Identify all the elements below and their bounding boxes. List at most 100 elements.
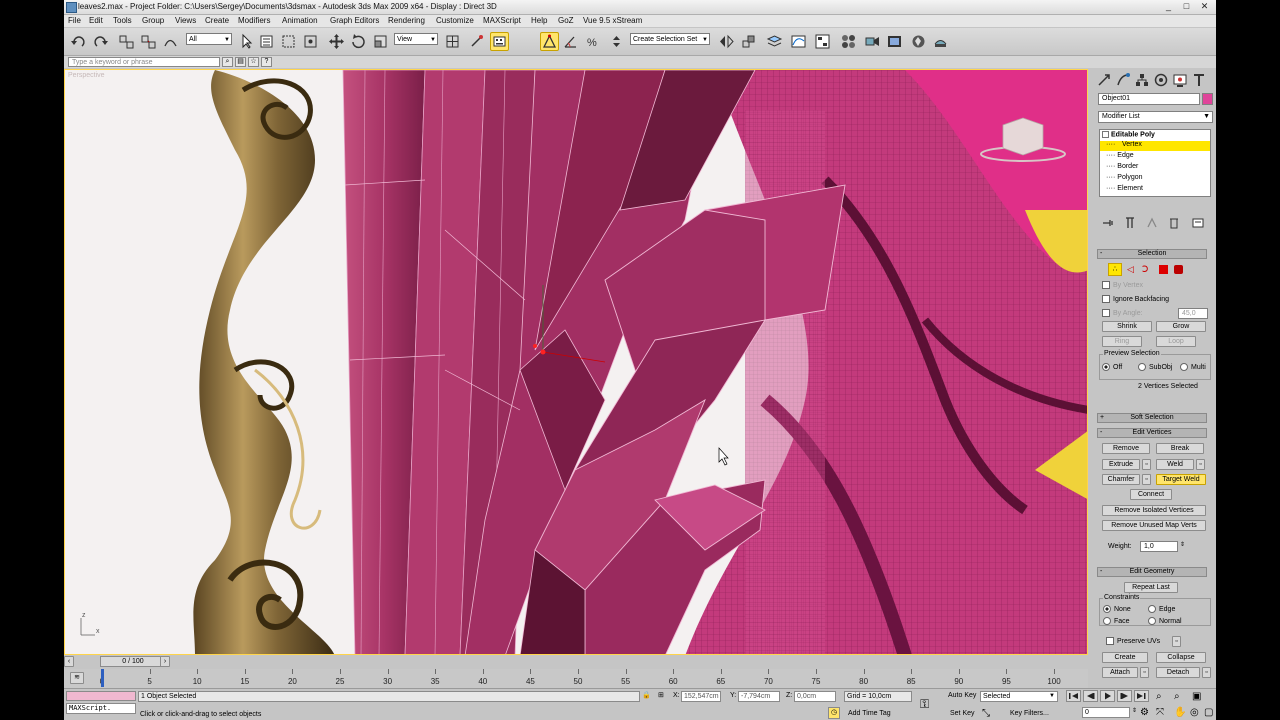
angle-snap-icon[interactable] bbox=[562, 33, 579, 50]
set-key-button[interactable]: Set Key bbox=[950, 710, 975, 717]
menu-group[interactable]: Group bbox=[142, 16, 164, 25]
viewport-label[interactable]: Perspective bbox=[68, 72, 105, 79]
remove-isolated-vertices-button[interactable]: Remove Isolated Vertices bbox=[1102, 505, 1206, 516]
weight-spinner-icon[interactable]: ⇕ bbox=[1180, 541, 1185, 548]
render-iterative-icon[interactable] bbox=[932, 33, 949, 50]
preview-multi-radio[interactable]: Multi bbox=[1180, 363, 1206, 371]
chamfer-settings-button[interactable]: ▫ bbox=[1142, 474, 1151, 485]
time-slider-prev[interactable]: ‹ bbox=[64, 656, 74, 667]
time-tag-icon[interactable]: ◷ bbox=[828, 707, 840, 719]
redo-icon[interactable] bbox=[92, 33, 109, 50]
detach-button[interactable]: Detach bbox=[1156, 667, 1200, 678]
stack-item-element[interactable]: ···· Element bbox=[1106, 185, 1143, 192]
display-tab-icon[interactable] bbox=[1172, 72, 1188, 88]
loop-button[interactable]: Loop bbox=[1156, 336, 1196, 347]
by-angle-checkbox[interactable]: By Angle: bbox=[1102, 309, 1143, 317]
collapse-button[interactable]: Collapse bbox=[1156, 652, 1206, 663]
object-name-field[interactable]: Object01 bbox=[1098, 93, 1200, 105]
pan-view-icon[interactable]: ✋ bbox=[1174, 707, 1186, 718]
menu-help[interactable]: Help bbox=[531, 16, 547, 25]
schematic-view-icon[interactable] bbox=[814, 33, 831, 50]
select-by-name-icon[interactable] bbox=[258, 33, 275, 50]
select-and-link-icon[interactable] bbox=[118, 33, 135, 50]
rectangular-selection-icon[interactable] bbox=[280, 33, 297, 50]
remove-button[interactable]: Remove bbox=[1102, 443, 1150, 454]
vertex-subobject-icon[interactable]: ∴ bbox=[1108, 263, 1122, 276]
maximize-button[interactable]: □ bbox=[1178, 1, 1195, 12]
repeat-last-button[interactable]: Repeat Last bbox=[1124, 582, 1178, 593]
selection-filter-dropdown[interactable]: All ▼ bbox=[186, 33, 232, 45]
constraint-normal-radio[interactable]: Normal bbox=[1148, 617, 1182, 625]
break-button[interactable]: Break bbox=[1156, 443, 1204, 454]
search-icon[interactable]: ⌕ bbox=[222, 57, 233, 67]
chamfer-button[interactable]: Chamfer bbox=[1102, 474, 1140, 485]
preview-off-radio[interactable]: Off bbox=[1102, 363, 1122, 371]
target-weld-button[interactable]: Target Weld bbox=[1156, 474, 1206, 485]
x-coordinate-input[interactable]: 152,547cm bbox=[681, 691, 721, 702]
select-object-icon[interactable] bbox=[238, 33, 255, 50]
constraint-none-radio[interactable]: None bbox=[1103, 605, 1131, 613]
remove-unused-map-verts-button[interactable]: Remove Unused Map Verts bbox=[1102, 520, 1206, 531]
y-coordinate-input[interactable]: -7,794cm bbox=[738, 691, 780, 702]
constraint-edge-radio[interactable]: Edge bbox=[1148, 605, 1175, 613]
time-config-icon[interactable]: ⚙ bbox=[1140, 707, 1149, 718]
maxscript-listener[interactable]: MAXScript. bbox=[66, 703, 136, 714]
menu-customize[interactable]: Customize bbox=[436, 16, 474, 25]
menu-file[interactable]: File bbox=[68, 16, 81, 25]
pin-stack-icon[interactable] bbox=[1100, 215, 1116, 231]
edit-vertices-rollout-header[interactable]: - Edit Vertices bbox=[1097, 428, 1207, 438]
constraint-face-radio[interactable]: Face bbox=[1103, 617, 1130, 625]
menu-views[interactable]: Views bbox=[175, 16, 196, 25]
extrude-button[interactable]: Extrude bbox=[1102, 459, 1140, 470]
create-button[interactable]: Create bbox=[1102, 652, 1148, 663]
menu-vue-xstream[interactable]: Vue 9.5 xStream bbox=[583, 16, 642, 25]
connect-button[interactable]: Connect bbox=[1130, 489, 1172, 500]
menu-maxscript[interactable]: MAXScript bbox=[483, 16, 521, 25]
go-to-start-icon[interactable] bbox=[1066, 690, 1081, 702]
time-slider[interactable]: 0 / 100 bbox=[100, 656, 166, 667]
weld-settings-button[interactable]: ▫ bbox=[1196, 459, 1205, 470]
previous-frame-icon[interactable] bbox=[1083, 690, 1098, 702]
unlink-selection-icon[interactable] bbox=[140, 33, 157, 50]
edge-subobject-icon[interactable]: ◁ bbox=[1127, 263, 1139, 276]
orbit-icon[interactable]: ◎ bbox=[1190, 707, 1199, 718]
frame-spinner-icon[interactable]: ⇕ bbox=[1132, 707, 1137, 714]
menu-tools[interactable]: Tools bbox=[113, 16, 132, 25]
select-and-move-icon[interactable] bbox=[328, 33, 345, 50]
percent-snap-icon[interactable]: % bbox=[584, 33, 601, 50]
mirror-icon[interactable] bbox=[718, 33, 735, 50]
spinner-snap-icon[interactable] bbox=[608, 33, 625, 50]
key-mode-dropdown[interactable]: Selected ▼ bbox=[980, 691, 1058, 702]
utilities-tab-icon[interactable] bbox=[1191, 72, 1207, 88]
pivot-center-icon[interactable] bbox=[444, 33, 461, 50]
modify-tab-icon[interactable] bbox=[1115, 72, 1131, 88]
time-slider-next[interactable]: › bbox=[160, 656, 170, 667]
stack-item-polygon[interactable]: ···· Polygon bbox=[1106, 174, 1143, 181]
preserve-uvs-settings-button[interactable]: ▫ bbox=[1172, 636, 1181, 647]
render-production-icon[interactable] bbox=[910, 33, 927, 50]
stack-item-border[interactable]: ···· Border bbox=[1106, 163, 1138, 170]
border-subobject-icon[interactable]: Ↄ bbox=[1142, 263, 1154, 276]
zoom-extents-icon[interactable]: ▣ bbox=[1192, 691, 1201, 702]
auto-key-button[interactable]: Auto Key bbox=[948, 692, 976, 699]
z-coordinate-input[interactable]: 0,0cm bbox=[794, 691, 836, 702]
stack-item-editable-poly[interactable]: Editable Poly bbox=[1102, 131, 1155, 138]
window-crossing-icon[interactable] bbox=[302, 33, 319, 50]
menu-goz[interactable]: GoZ bbox=[558, 16, 574, 25]
go-to-end-icon[interactable] bbox=[1134, 690, 1149, 702]
weld-button[interactable]: Weld bbox=[1156, 459, 1194, 470]
attach-button[interactable]: Attach bbox=[1102, 667, 1138, 678]
bookmark-icon[interactable]: ▤ bbox=[235, 57, 246, 67]
rendered-frame-window-icon[interactable] bbox=[886, 33, 903, 50]
by-vertex-checkbox[interactable]: By Vertex bbox=[1102, 281, 1143, 289]
zoom-all-icon[interactable]: ⌕ bbox=[1174, 691, 1180, 702]
show-end-result-icon[interactable] bbox=[1122, 215, 1138, 231]
perspective-viewport[interactable]: Perspective z x bbox=[64, 69, 1088, 655]
grow-button[interactable]: Grow bbox=[1156, 321, 1206, 332]
menu-animation[interactable]: Animation bbox=[282, 16, 318, 25]
viewport-scene[interactable] bbox=[65, 70, 1088, 655]
current-frame-input[interactable]: 0 bbox=[1082, 707, 1130, 718]
menu-edit[interactable]: Edit bbox=[89, 16, 103, 25]
zoom-icon[interactable]: ⌕ bbox=[1156, 691, 1162, 702]
keyboard-shortcut-override-icon[interactable] bbox=[490, 32, 509, 51]
